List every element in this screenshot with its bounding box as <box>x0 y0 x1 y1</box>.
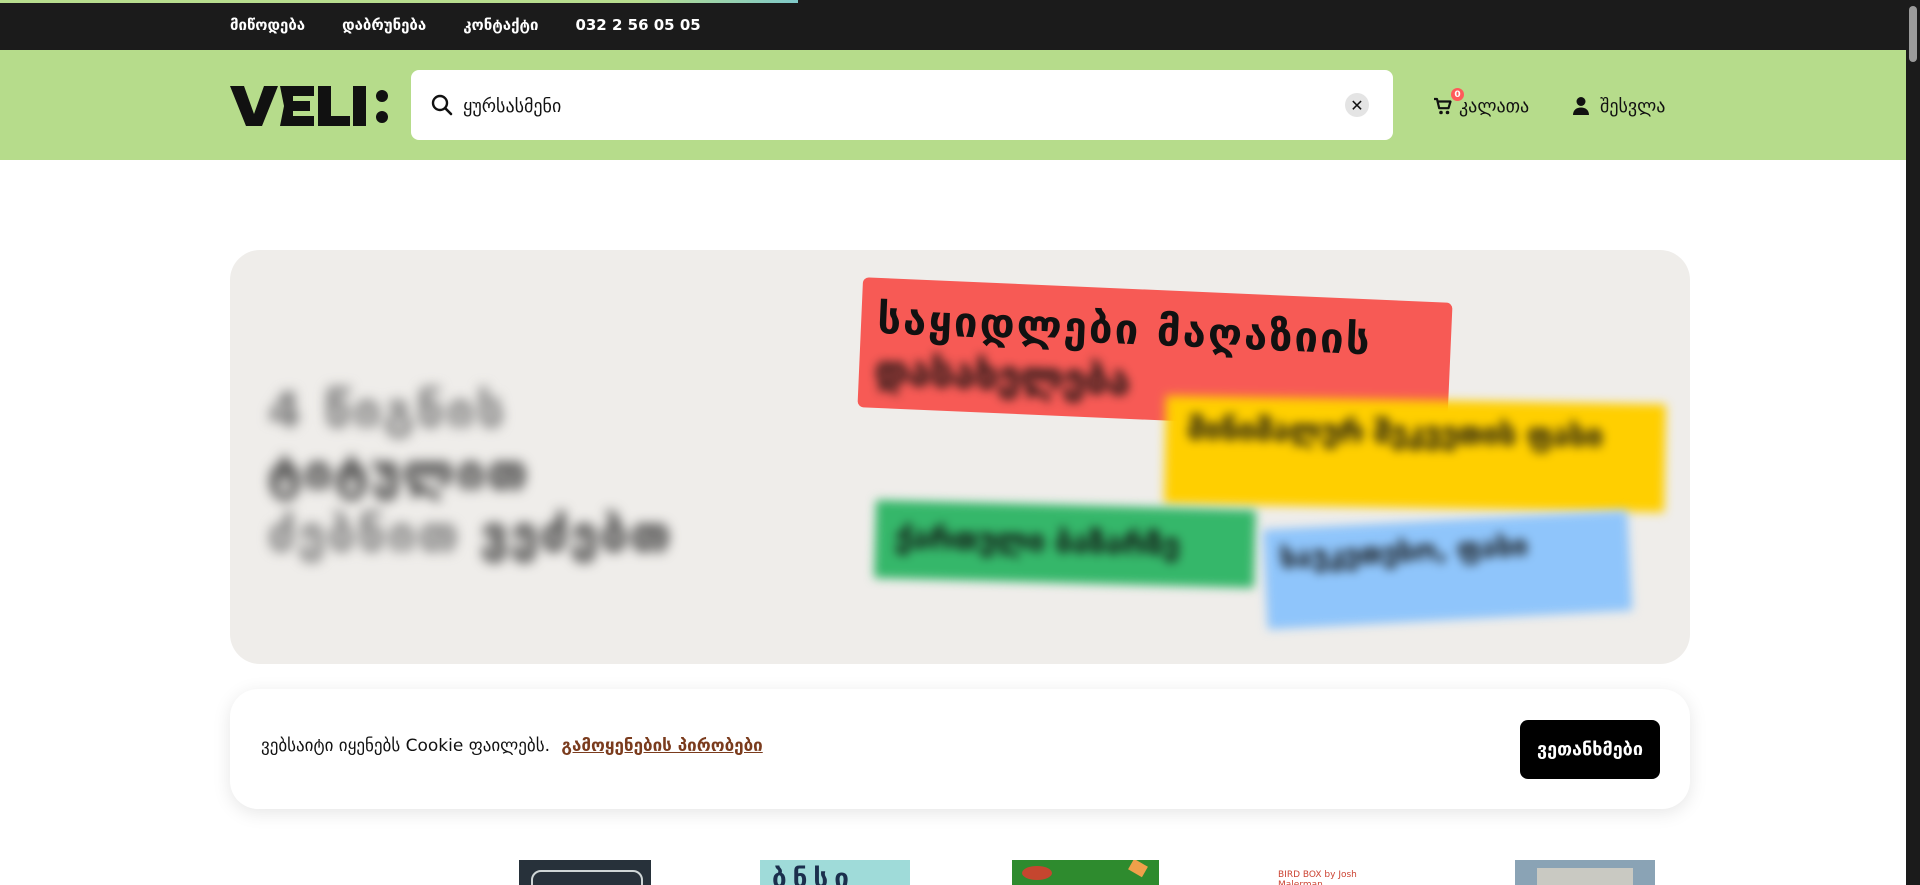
top-link-delivery[interactable]: მიწოდება <box>230 16 305 34</box>
login-label: შესვლა <box>1600 95 1666 117</box>
book-cover[interactable]: BIRD BOX by Josh Malerman <box>1266 860 1396 885</box>
cart-icon <box>1434 97 1452 115</box>
cookie-message-text: ვებსაიტი იყენებს Cookie ფაილებს. <box>261 736 550 756</box>
clear-search-button[interactable]: ✕ <box>1345 93 1369 117</box>
cart-count-badge: 0 <box>1451 88 1464 101</box>
book-cover[interactable] <box>1012 860 1159 885</box>
search-box: ✕ <box>411 70 1393 140</box>
book-cover[interactable] <box>519 860 651 885</box>
top-nav: მიწოდება დაბრუნება კონტაქტი 032 2 56 05 … <box>230 0 701 50</box>
book-cover[interactable] <box>1515 860 1655 885</box>
search-input[interactable] <box>461 87 1315 125</box>
cookie-consent-bar: ვებსაიტი იყენებს Cookie ფაილებს. გამოყენ… <box>230 689 1690 809</box>
veli-logo[interactable] <box>230 84 396 128</box>
book-cover[interactable]: ბნსი <box>760 860 910 885</box>
banner-tag-yellow: მინიმალურ შეკვეთის ფასი <box>1164 395 1666 513</box>
close-icon: ✕ <box>1350 95 1364 115</box>
top-link-phone[interactable]: 032 2 56 05 05 <box>575 16 700 34</box>
cart-label: კალათა <box>1459 95 1530 117</box>
cookie-accept-button[interactable]: ვეთანხმები <box>1520 720 1660 779</box>
scrollbar-thumb[interactable] <box>1909 6 1917 62</box>
book-cover-title: BIRD BOX by Josh Malerman <box>1278 870 1357 885</box>
promo-banner[interactable]: 4 წიგნის ტიტულით ძებნით ვეძებთ საყიდლები… <box>230 250 1690 664</box>
login-button[interactable]: შესვლა <box>1572 92 1665 120</box>
user-icon <box>1573 97 1589 115</box>
banner-tag-green: ქართული ბაზარზე <box>874 500 1256 588</box>
banner-tag-blue: საუკეთესო, ფასი <box>1262 510 1633 630</box>
banner-headline: 4 წიგნის ტიტულით ძებნით ვეძებთ <box>268 383 674 563</box>
top-bar: მიწოდება დაბრუნება კონტაქტი 032 2 56 05 … <box>0 0 1920 50</box>
cart-button[interactable]: 0 კალათა <box>1433 88 1530 120</box>
book-carousel: ბნსი BIRD BOX by Josh Malerman <box>0 860 1906 885</box>
top-link-contact[interactable]: კონტაქტი <box>463 16 538 34</box>
cookie-terms-link[interactable]: გამოყენების პირობები <box>561 736 762 756</box>
cookie-message: ვებსაიტი იყენებს Cookie ფაილებს. გამოყენ… <box>261 736 763 756</box>
search-icon <box>431 94 453 116</box>
book-cover-title: ბნსი <box>772 864 855 885</box>
page-scrollbar[interactable] <box>1906 0 1920 885</box>
top-link-returns[interactable]: დაბრუნება <box>342 16 426 34</box>
